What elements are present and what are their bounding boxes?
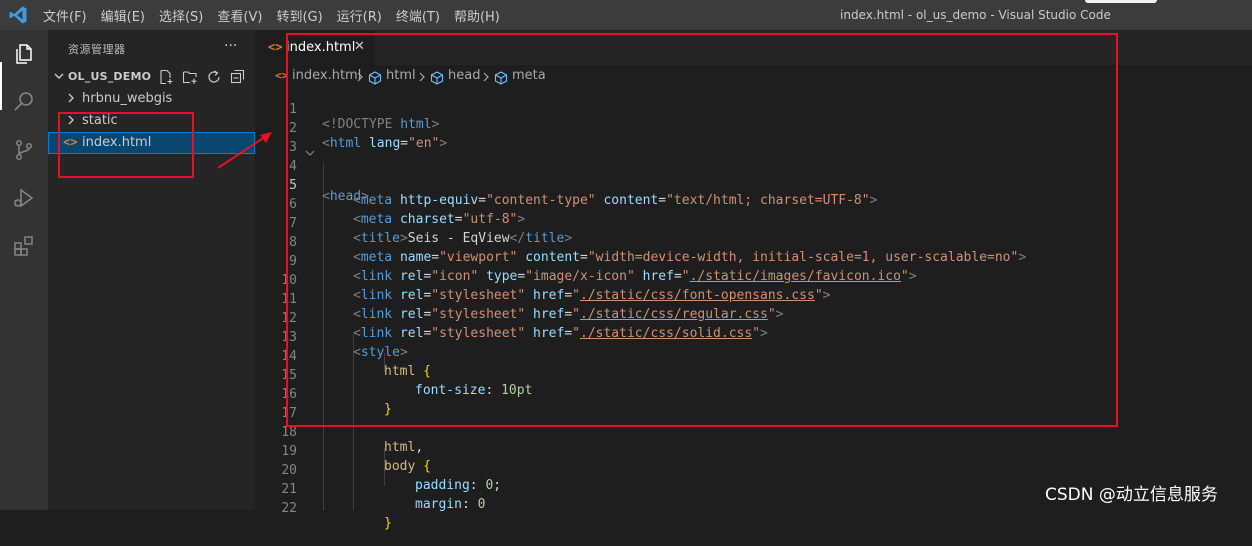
menu-run[interactable]: 运行(R) (337, 6, 390, 25)
explorer-icon[interactable] (12, 42, 36, 66)
menu-selection[interactable]: 选择(S) (159, 6, 211, 25)
line-number: 22 (281, 501, 297, 516)
menu-bar: 文件(F) 编辑(E) 选择(S) 查看(V) 转到(G) 运行(R) 终端(T… (43, 0, 514, 30)
code-line: 20 padding: 0; (255, 448, 1252, 493)
annotation-arrow-icon (217, 132, 272, 169)
watermark: CSDN @动立信息服务 (1045, 485, 1218, 505)
vscode-logo-icon (9, 6, 27, 24)
menu-edit[interactable]: 编辑(E) (101, 6, 153, 25)
tree-folder-hrbnu-webgis[interactable]: hrbnu_webgis (48, 88, 255, 110)
source-control-icon[interactable] (12, 138, 36, 162)
menu-help[interactable]: 帮助(H) (454, 6, 508, 25)
tree-item-label: hrbnu_webgis (82, 91, 173, 106)
chevron-right-icon (68, 93, 74, 103)
explorer-title: 资源管理器 (68, 43, 126, 56)
run-debug-icon[interactable] (12, 186, 36, 210)
collapse-all-icon[interactable] (230, 69, 246, 85)
workspace-folder-header[interactable]: OL_US_DEMO (48, 66, 255, 88)
workspace-folder-name: OL_US_DEMO (68, 70, 152, 83)
explorer-sidebar: 资源管理器 ··· OL_US_DEMO hrbnu_webgis static… (48, 30, 255, 510)
overlay-window-edge (1085, 0, 1157, 3)
annotation-box-editor (286, 33, 1118, 427)
active-indicator (0, 62, 2, 110)
menu-view[interactable]: 查看(V) (217, 6, 270, 25)
title-bar: 文件(F) 编辑(E) 选择(S) 查看(V) 转到(G) 运行(R) 终端(T… (0, 0, 1252, 30)
activity-bar (0, 30, 48, 510)
code-line: 19 body { (255, 429, 1252, 474)
chevron-down-icon (54, 73, 64, 79)
code-token: } (384, 516, 392, 531)
refresh-icon[interactable] (206, 69, 222, 85)
window-title: index.html - ol_us_demo - Visual Studio … (840, 8, 1111, 22)
extensions-icon[interactable] (12, 234, 36, 258)
search-icon[interactable] (12, 90, 36, 114)
more-actions-button[interactable]: ··· (224, 38, 237, 54)
annotation-box-file (58, 112, 194, 178)
folder-actions (158, 69, 254, 85)
new-file-icon[interactable] (158, 69, 174, 85)
menu-file[interactable]: 文件(F) (43, 6, 95, 25)
menu-terminal[interactable]: 终端(T) (396, 6, 448, 25)
html-file-icon: <> (268, 40, 283, 54)
menu-go[interactable]: 转到(G) (276, 6, 330, 25)
new-folder-icon[interactable] (182, 69, 198, 85)
